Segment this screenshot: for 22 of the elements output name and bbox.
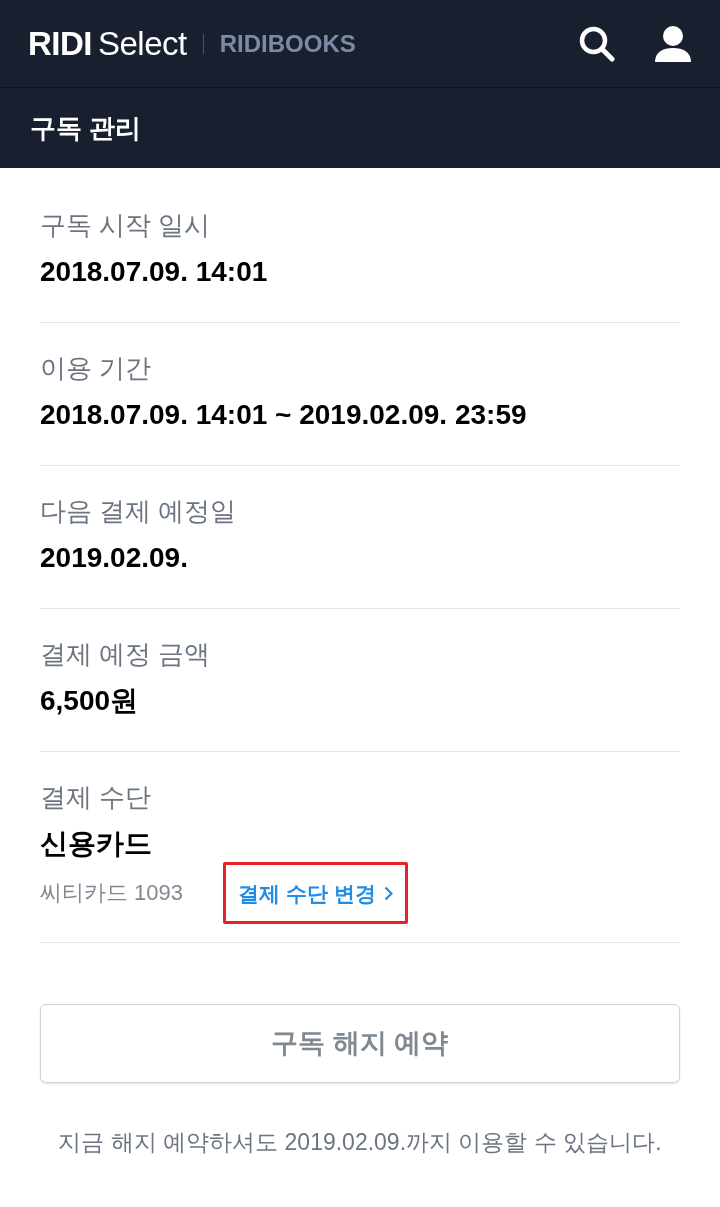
page-title: 구독 관리 <box>30 115 142 141</box>
field-label: 결제 예정 금액 <box>40 638 212 671</box>
ridi-select-logo[interactable]: RIDI Select <box>28 27 187 60</box>
change-payment-link[interactable]: 결제 수단 변경 <box>223 862 408 924</box>
field-value: 2019.02.09. <box>40 541 189 575</box>
cancel-subscription-button[interactable]: 구독 해지 예약 <box>40 1004 680 1083</box>
field-label: 다음 결제 예정일 <box>40 495 238 528</box>
field-label: 결제 수단 <box>40 781 153 814</box>
field-label: 이용 기간 <box>40 352 153 385</box>
chevron-right-icon <box>383 885 393 901</box>
user-icon <box>655 25 691 62</box>
field-value: 신용카드 <box>40 827 153 861</box>
account-button[interactable] <box>654 24 692 63</box>
field-value: 2018.07.09. 14:01 <box>40 255 269 289</box>
field-label: 구독 시작 일시 <box>40 209 212 242</box>
search-icon <box>579 25 615 62</box>
field-value: 2018.07.09. 14:01 ~ 2019.02.09. 23:59 <box>40 398 528 432</box>
search-button[interactable] <box>578 24 616 63</box>
field-value: 6,500원 <box>40 684 140 718</box>
card-info: 씨티카드 1093 <box>40 882 184 904</box>
ridibooks-link[interactable]: RIDIBOOKS <box>219 31 356 56</box>
cancel-notice: 지금 해지 예약하셔도 2019.02.09.까지 이용할 수 있습니다. <box>57 1128 663 1157</box>
